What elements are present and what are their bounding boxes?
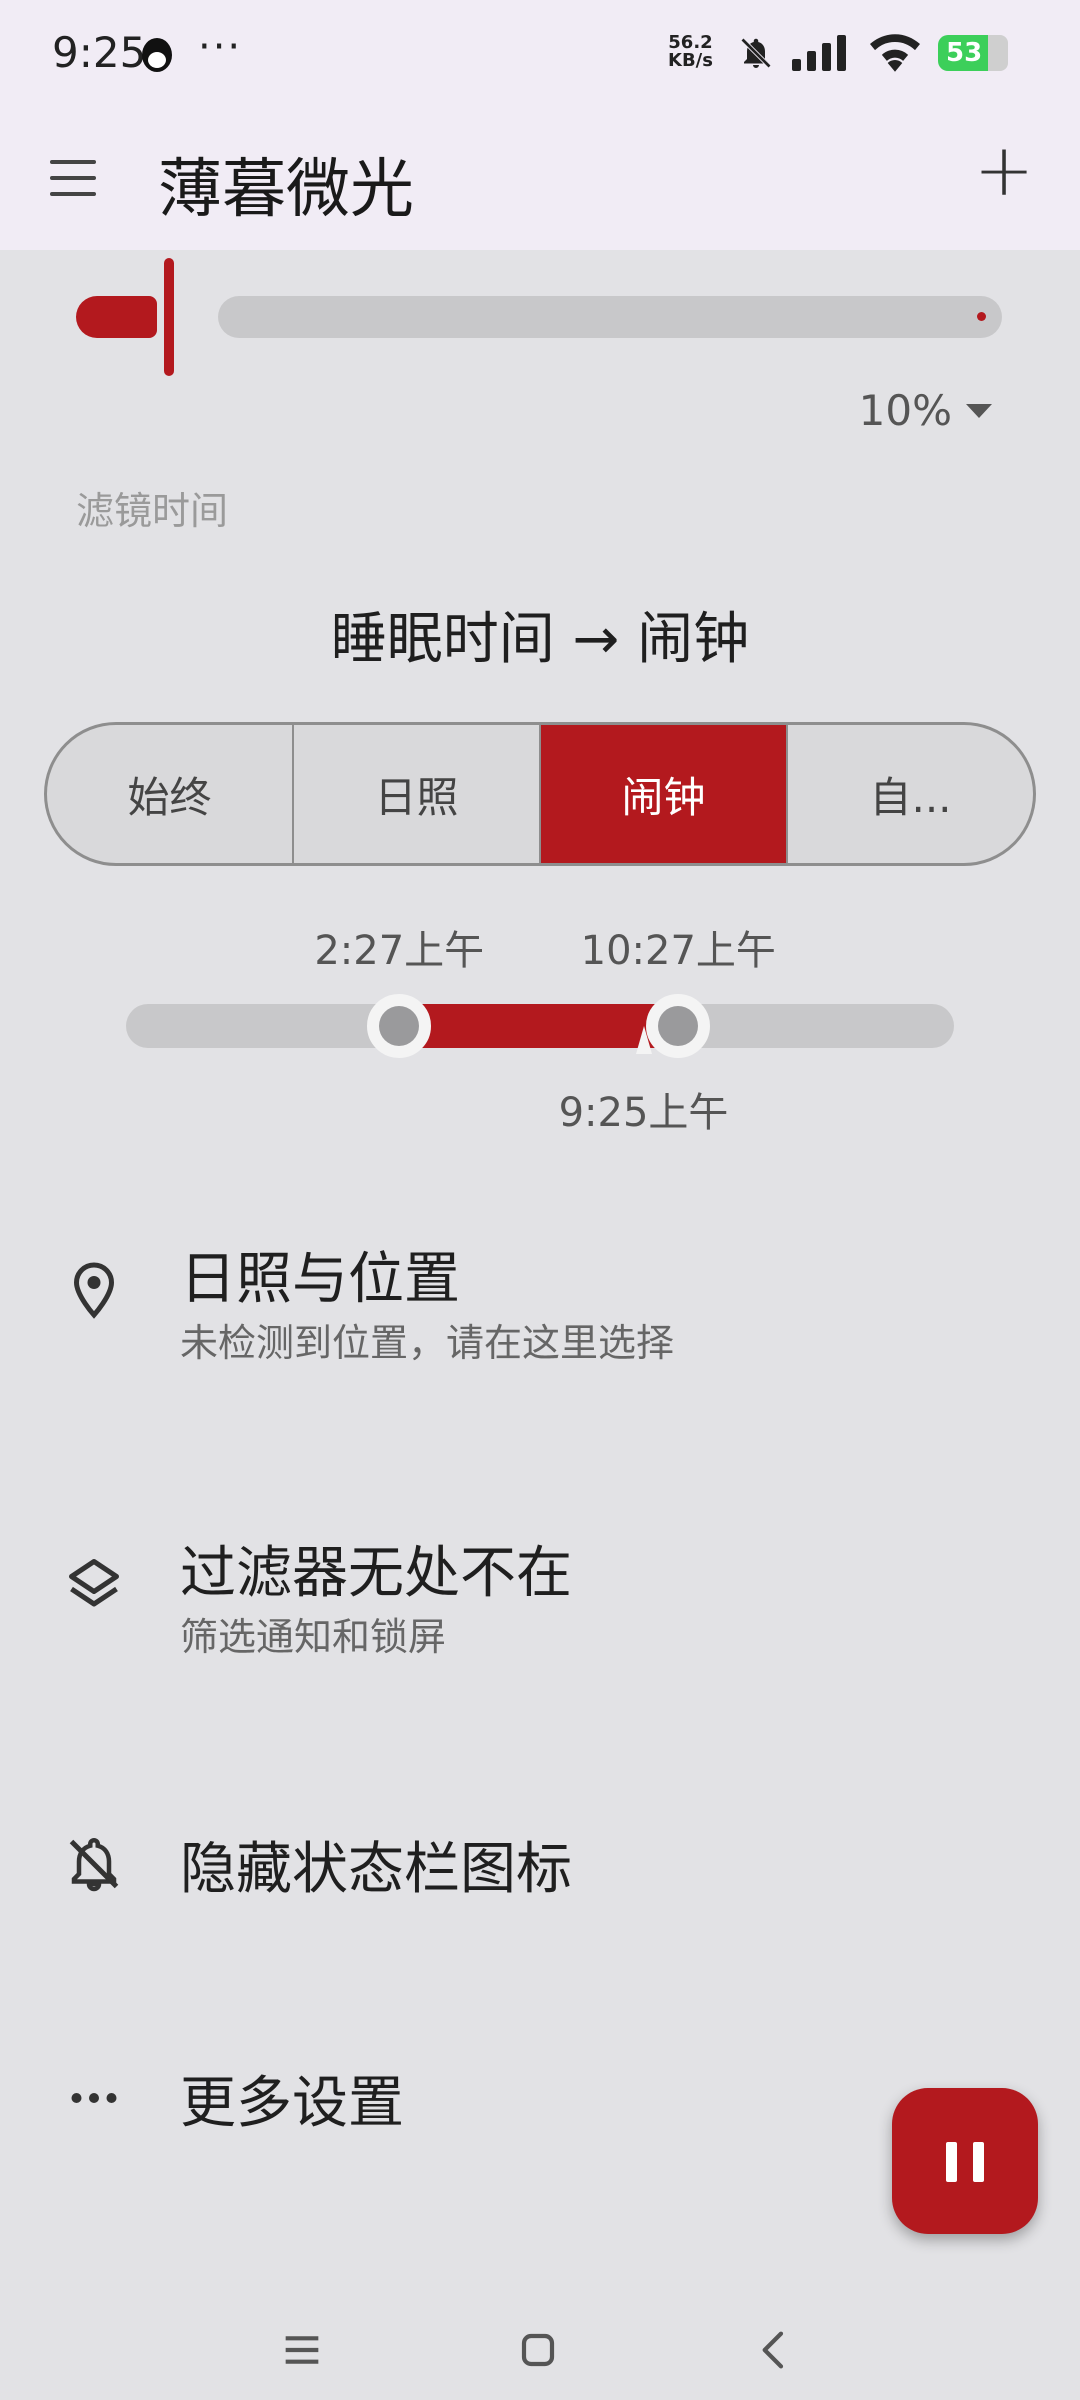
status-time: 9:25 (52, 28, 147, 77)
intensity-handle[interactable] (164, 258, 174, 376)
range-start-knob[interactable] (367, 994, 432, 1058)
intensity-track[interactable] (218, 296, 1002, 338)
back-icon[interactable] (746, 2322, 802, 2378)
setting-title: 日照与位置 (180, 1247, 460, 1312)
location-pin-icon (73, 1262, 115, 1319)
wifi-icon (870, 34, 920, 72)
page-title: 薄暮微光 (158, 153, 414, 227)
qq-icon (142, 38, 172, 72)
plus-icon[interactable]: + (972, 134, 1036, 206)
mode-custom[interactable]: 自... (786, 725, 1033, 863)
network-speed: 56.2 KB/s (668, 34, 713, 70)
chevron-down-icon (966, 403, 992, 418)
pause-filter-button[interactable] (892, 2088, 1038, 2234)
mode-always[interactable]: 始终 (47, 725, 292, 863)
intensity-slider[interactable] (76, 258, 1002, 378)
recent-apps-icon[interactable] (274, 2322, 330, 2378)
battery-charging-icon: 53 (938, 35, 1008, 71)
layers-icon (69, 1559, 119, 1607)
navigation-bar (0, 2300, 1080, 2400)
more-notifications-icon: ··· (198, 24, 243, 70)
intensity-fill (76, 296, 157, 338)
setting-hide-status-icon[interactable]: 隐藏状态栏图标 (0, 1810, 1080, 1920)
intensity-value: 10% (858, 386, 952, 435)
setting-title: 隐藏状态栏图标 (180, 1837, 572, 1902)
bell-off-icon (69, 1838, 119, 1892)
section-label-filter-time: 滤镜时间 (76, 489, 229, 533)
range-start-time: 2:27上午 (314, 928, 485, 974)
setting-title: 过滤器无处不在 (180, 1541, 572, 1606)
status-bar: 9:25 ··· 56.2 KB/s 53 (0, 0, 1080, 110)
bell-off-icon (740, 37, 772, 69)
range-end-knob[interactable] (646, 994, 711, 1058)
home-icon[interactable] (510, 2322, 566, 2378)
schedule-mode-selector: 始终 日照 闹钟 自... (44, 722, 1036, 866)
setting-title: 更多设置 (180, 2071, 404, 2136)
setting-subtitle: 未检测到位置，请在这里选择 (180, 1321, 675, 1365)
signal-icon (792, 35, 846, 71)
schedule-title: 睡眠时间 → 闹钟 (330, 607, 750, 672)
app-bar: 薄暮微光 + (0, 110, 1080, 250)
mode-alarm[interactable]: 闹钟 (539, 725, 786, 863)
pause-icon (973, 2142, 984, 2182)
battery-tip (988, 35, 1008, 71)
setting-sun-location[interactable]: 日照与位置 未检测到位置，请在这里选择 (0, 1220, 1080, 1380)
setting-subtitle: 筛选通知和锁屏 (180, 1615, 447, 1659)
network-speed-unit: KB/s (668, 50, 713, 71)
hamburger-menu-icon[interactable] (46, 150, 102, 206)
pause-icon (946, 2142, 957, 2182)
status-icons: 53 (738, 34, 1008, 72)
time-range-slider[interactable] (126, 994, 954, 1058)
intensity-end-dot (977, 312, 986, 321)
more-horiz-icon (71, 2093, 117, 2103)
range-end-time: 10:27上午 (580, 928, 776, 974)
setting-filter-everywhere[interactable]: 过滤器无处不在 筛选通知和锁屏 (0, 1514, 1080, 1674)
current-time-label: 9:25上午 (558, 1090, 729, 1136)
intensity-dropdown[interactable]: 10% (859, 386, 992, 435)
mode-sun[interactable]: 日照 (292, 725, 539, 863)
